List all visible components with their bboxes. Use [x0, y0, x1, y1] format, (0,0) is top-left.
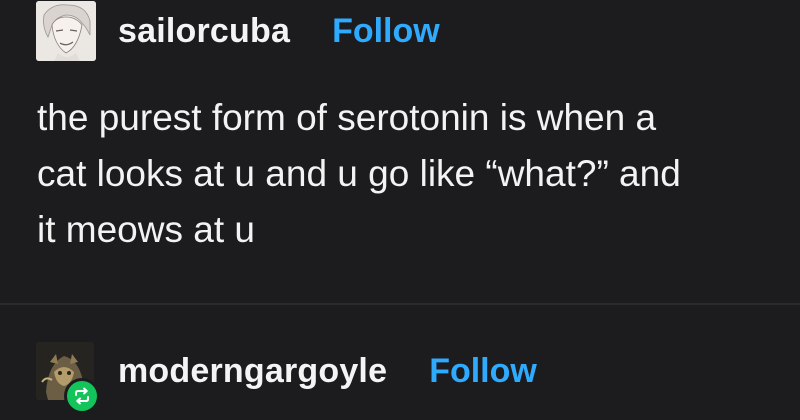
reblog-icon: [64, 378, 100, 414]
post-sailorcuba: sailorcuba Follow the purest form of ser…: [0, 0, 800, 305]
post-body: the purest form of serotonin is when a c…: [37, 90, 777, 258]
post-header: moderngargoyle Follow: [36, 341, 537, 401]
post-body-line: it meows at u: [37, 209, 255, 250]
reblog-arrows-icon: [75, 387, 89, 405]
anime-portrait-avatar-icon: [36, 1, 96, 61]
avatar[interactable]: [36, 1, 96, 61]
post-body-line: the purest form of serotonin is when a: [37, 97, 657, 138]
username[interactable]: sailorcuba: [118, 12, 290, 51]
follow-button[interactable]: Follow: [332, 12, 440, 51]
post-header: sailorcuba Follow: [36, 1, 440, 61]
post-body-line: cat looks at u and u go like “what?” and: [37, 153, 681, 194]
post-moderngargoyle: moderngargoyle Follow: [0, 305, 800, 420]
username[interactable]: moderngargoyle: [118, 352, 387, 391]
follow-button[interactable]: Follow: [429, 352, 537, 391]
